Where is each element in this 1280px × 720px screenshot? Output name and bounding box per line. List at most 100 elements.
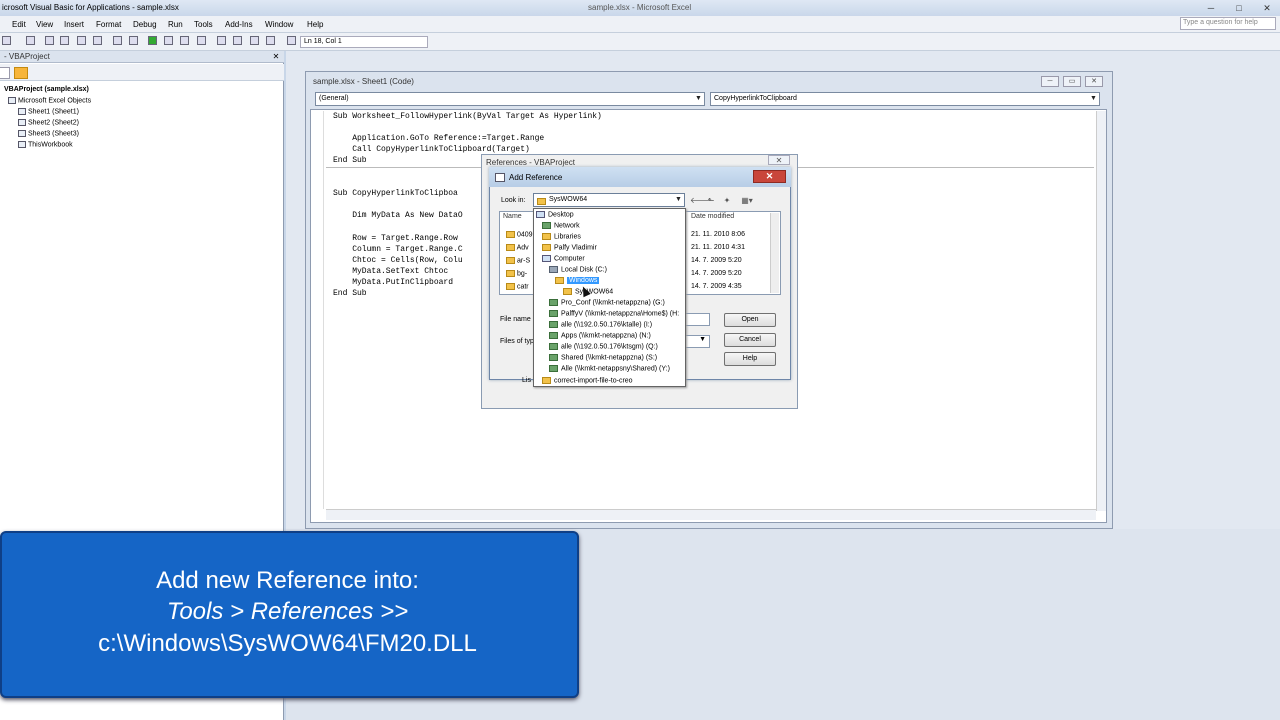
tree-item-sheet3[interactable]: Sheet3 (Sheet3) (18, 130, 79, 137)
redo-icon[interactable] (129, 36, 138, 45)
menu-help[interactable]: Help (306, 19, 324, 30)
excel-title: sample.xlsx - Microsoft Excel (588, 3, 692, 12)
menu-add-ins[interactable]: Add-Ins (224, 19, 254, 30)
list-item-date: 14. 7. 2009 4:35 (691, 283, 742, 290)
dropdown-item-drive-g[interactable]: Pro_Conf (\\kmkt-netappzna) (G:) (549, 299, 665, 306)
cursor-position: Ln 18, Col 1 (300, 36, 428, 48)
dropdown-item-computer[interactable]: Computer (542, 255, 585, 262)
break-icon[interactable] (164, 36, 173, 45)
menu-tools[interactable]: Tools (193, 19, 214, 30)
new-folder-icon[interactable]: ✦ (722, 196, 732, 205)
project-toolbar (0, 64, 284, 81)
list-item[interactable]: 0409 (506, 231, 533, 238)
list-item-date: 21. 11. 2010 4:31 (691, 244, 745, 251)
tree-root[interactable]: VBAProject (sample.xlsx) (4, 86, 89, 93)
open-button[interactable]: Open (724, 313, 776, 327)
undo-icon[interactable] (113, 36, 122, 45)
column-name[interactable]: Name (503, 213, 522, 220)
dropdown-item-drive-s[interactable]: Shared (\\kmkt-netappzna) (S:) (549, 354, 657, 361)
code-close-icon[interactable]: ✕ (1085, 76, 1103, 87)
dropdown-item-desktop[interactable]: Desktop (536, 211, 574, 218)
properties-icon[interactable] (233, 36, 242, 45)
view-code-icon[interactable] (0, 67, 10, 79)
chevron-down-icon[interactable]: ▼ (693, 93, 704, 105)
paste-icon[interactable] (77, 36, 86, 45)
chevron-down-icon[interactable]: ▼ (673, 194, 684, 206)
menu-edit[interactable]: Edit (11, 19, 27, 30)
up-folder-icon[interactable]: ⬑ (706, 196, 716, 205)
dropdown-item-user[interactable]: Palfy Vladimir (542, 244, 597, 251)
toggle-folders-icon[interactable] (14, 67, 28, 79)
dropdown-item-drive-i[interactable]: alle (\\192.0.50.176\ktalle) (I:) (549, 321, 652, 328)
help-button[interactable]: Help (724, 352, 776, 366)
code-vertical-scrollbar[interactable] (1096, 111, 1106, 511)
copy-icon[interactable] (60, 36, 69, 45)
help-search-input[interactable]: Type a question for help (1180, 17, 1276, 30)
cancel-button[interactable]: Cancel (724, 333, 776, 347)
save-icon[interactable] (26, 36, 35, 45)
code-line: Column = Target.Range.C (333, 245, 463, 254)
column-date-modified[interactable]: Date modified (691, 213, 734, 220)
dropdown-item-network[interactable]: Network (542, 222, 580, 229)
run-icon[interactable] (148, 36, 157, 45)
dropdown-item-drive-n[interactable]: Apps (\\kmkt-netappzna) (N:) (549, 332, 651, 339)
reset-icon[interactable] (180, 36, 189, 45)
tree-item-sheet2[interactable]: Sheet2 (Sheet2) (18, 119, 79, 126)
menu-window[interactable]: Window (264, 19, 294, 30)
toolbox-icon[interactable] (266, 36, 275, 45)
object-combo[interactable]: (General) (315, 92, 705, 106)
folder-icon (506, 270, 515, 277)
dropdown-item-windows[interactable]: Windows (555, 277, 600, 285)
dropdown-item-drive-y[interactable]: Alle (\\kmkt-netappsny\Shared) (Y:) (549, 365, 670, 372)
add-reference-close-icon[interactable]: ✕ (753, 170, 786, 183)
view-excel-icon[interactable] (2, 36, 11, 45)
workbook-icon (18, 141, 26, 148)
code-line: End Sub (333, 156, 367, 165)
tree-item-sheet1[interactable]: Sheet1 (Sheet1) (18, 108, 79, 115)
list-item-date: 21. 11. 2010 8:06 (691, 231, 745, 238)
maximize-icon[interactable]: □ (1226, 1, 1252, 15)
look-in-label: Look in: (501, 197, 526, 204)
view-menu-icon[interactable]: ▦▾ (738, 196, 756, 205)
code-minimize-icon[interactable]: ─ (1041, 76, 1059, 87)
menu-insert[interactable]: Insert (63, 19, 85, 30)
dropdown-item-creo-folder[interactable]: correct-import-file-to-creo (542, 377, 633, 384)
tree-folder[interactable]: Microsoft Excel Objects (8, 97, 91, 104)
menu-run[interactable]: Run (167, 19, 184, 30)
project-close-icon[interactable]: ✕ (270, 51, 282, 63)
dropdown-item-local-disk[interactable]: Local Disk (C:) (549, 266, 607, 273)
help-icon[interactable] (287, 36, 296, 45)
files-of-type-label: Files of typ (500, 338, 534, 345)
file-name-label: File name (500, 316, 531, 323)
object-browser-icon[interactable] (250, 36, 259, 45)
procedure-combo[interactable]: CopyHyperlinkToClipboard (710, 92, 1100, 106)
minimize-icon[interactable]: ─ (1198, 1, 1224, 15)
code-restore-icon[interactable]: ▭ (1063, 76, 1081, 87)
list-item[interactable]: Adv (506, 244, 529, 251)
look-in-combo[interactable]: SysWOW64 (533, 193, 685, 207)
list-item[interactable]: catr (506, 283, 529, 290)
project-panel-title: - VBAProject (0, 51, 284, 63)
menu-format[interactable]: Format (95, 19, 122, 30)
project-explorer-icon[interactable] (217, 36, 226, 45)
design-mode-icon[interactable] (197, 36, 206, 45)
file-list-scrollbar[interactable] (770, 213, 779, 293)
code-horizontal-scrollbar[interactable] (326, 509, 1096, 520)
tree-item-thisworkbook[interactable]: ThisWorkbook (18, 141, 73, 148)
close-icon[interactable]: ✕ (1254, 1, 1280, 15)
find-icon[interactable] (93, 36, 102, 45)
references-close-icon[interactable]: ✕ (768, 155, 790, 165)
list-item[interactable]: bg- (506, 270, 527, 277)
list-item[interactable]: ar-S (506, 257, 530, 264)
menu-debug[interactable]: Debug (132, 19, 158, 30)
dropdown-item-drive-h[interactable]: PalffyV (\\kmkt-netappzna\Home$) (H: (549, 310, 679, 317)
dropdown-item-drive-q[interactable]: alle (\\192.0.50.176\ktsgm) (Q:) (549, 343, 658, 350)
code-line: Application.GoTo Reference:=Target.Range (333, 134, 545, 143)
chevron-down-icon[interactable]: ▼ (1088, 93, 1099, 105)
menu-view[interactable]: View (35, 19, 54, 30)
list-item-date: 14. 7. 2009 5:20 (691, 270, 742, 277)
cut-icon[interactable] (45, 36, 54, 45)
back-icon[interactable]: 🡐 (690, 196, 711, 205)
dropdown-item-libraries[interactable]: Libraries (542, 233, 581, 240)
code-line: Dim MyData As New DataO (333, 211, 463, 220)
